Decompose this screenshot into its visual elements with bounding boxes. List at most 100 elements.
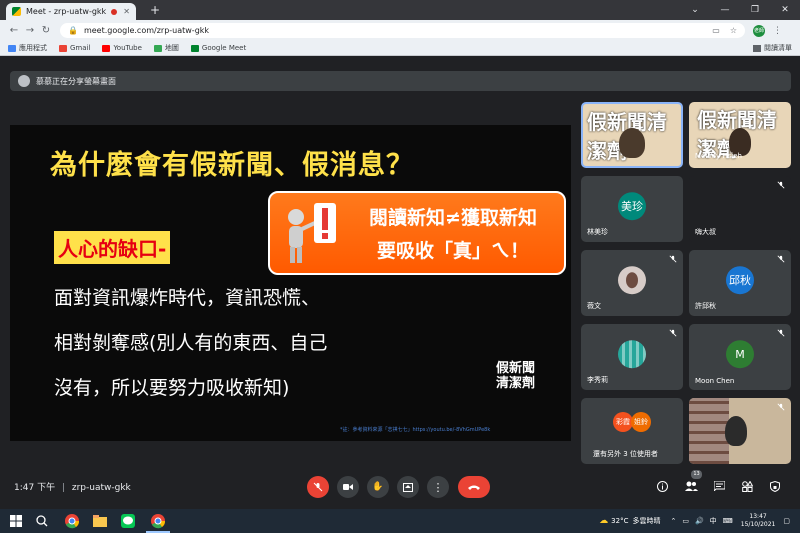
leave-call-button[interactable] xyxy=(458,476,490,498)
participant-tile[interactable]: M Moon Chen xyxy=(689,324,791,390)
participant-video xyxy=(619,128,645,158)
reading-list-icon xyxy=(753,44,761,52)
forward-button[interactable]: → xyxy=(22,25,38,36)
weather-text[interactable]: 多雲時晴 xyxy=(632,516,660,526)
hand-icon: ✋ xyxy=(372,482,384,492)
browser-tab[interactable]: Meet - zrp-uatw-gkk ✕ xyxy=(6,3,136,20)
participant-name: 許邱秋 xyxy=(695,302,716,310)
input-method-icon[interactable]: ⌨ xyxy=(723,517,733,525)
more-menu-icon[interactable]: ⋮ xyxy=(773,26,782,36)
more-options-button[interactable]: ⋮ xyxy=(427,476,449,498)
shapes-icon xyxy=(741,480,753,492)
mic-toggle-button[interactable] xyxy=(307,476,329,498)
windows-start-icon[interactable] xyxy=(8,513,24,529)
present-screen-button[interactable] xyxy=(397,476,419,498)
meeting-code: zrp-uatw-gkk xyxy=(71,483,131,493)
close-window-button[interactable]: ✕ xyxy=(770,0,800,20)
raise-hand-button[interactable]: ✋ xyxy=(367,476,389,498)
mic-off-icon xyxy=(313,482,323,492)
temperature[interactable]: 32°C xyxy=(611,517,628,525)
participant-tile[interactable]: 李秀莉 xyxy=(581,324,683,390)
participant-tile[interactable]: 美珍 林美珍 xyxy=(581,176,683,242)
network-icon[interactable]: ▭ xyxy=(682,517,689,525)
search-icon[interactable] xyxy=(34,513,50,529)
participant-avatar: M xyxy=(726,340,754,369)
participant-tile[interactable] xyxy=(689,398,791,464)
windows-taskbar: ☁ 32°C 多雲時晴 ⌃ ▭ 🔊 中 ⌨ 13:47 15/10/2021 ▢ xyxy=(0,509,800,533)
reload-button[interactable]: ↻ xyxy=(38,25,54,36)
url-field[interactable]: 🔒 meet.google.com/zrp-uatw-gkk ▭ ☆ xyxy=(60,23,745,38)
ime-indicator[interactable]: 中 xyxy=(710,516,717,526)
people-button[interactable] xyxy=(684,479,698,493)
chrome-icon[interactable] xyxy=(64,513,80,529)
close-tab-icon[interactable]: ✕ xyxy=(123,7,130,16)
participant-name: 李秀莉 xyxy=(587,376,608,384)
bookmark-apps[interactable]: 應用程式 xyxy=(8,43,47,53)
activities-button[interactable] xyxy=(740,479,754,493)
participant-avatar: 彩霞 xyxy=(613,412,633,432)
lock-icon[interactable]: 🔒 xyxy=(68,26,78,35)
star-icon[interactable]: ☆ xyxy=(730,26,737,35)
chevron-up-icon[interactable]: ⌃ xyxy=(670,517,676,525)
mic-off-icon xyxy=(777,255,785,263)
bookmark-gmail[interactable]: Gmail xyxy=(59,44,90,52)
stick-figure-exclamation-icon xyxy=(288,203,336,263)
shared-screen: 為什麼會有假新聞、假消息？ 人心的缺口- 閱讀新知≠獲取新知 要吸收「真」ㄟ！ … xyxy=(10,125,571,441)
slide-body-line-2: 相對剝奪感(別人有的東西、自己 xyxy=(54,332,328,354)
file-explorer-icon[interactable] xyxy=(92,513,108,529)
slide-title: 為什麼會有假新聞、假消息？ xyxy=(50,150,414,181)
bookshelf-video xyxy=(689,398,729,464)
participant-tile[interactable]: 薇文 xyxy=(581,250,683,316)
chevron-down-icon[interactable]: ⌄ xyxy=(680,0,710,20)
line-app-icon[interactable] xyxy=(120,513,136,529)
participant-video xyxy=(725,416,747,446)
participant-tile[interactable]: 邱秋 許邱秋 xyxy=(689,250,791,316)
bookmark-youtube[interactable]: YouTube xyxy=(102,44,142,52)
meeting-time: 1:47 下午 xyxy=(14,483,56,493)
system-clock[interactable]: 13:47 15/10/2021 xyxy=(741,513,776,529)
camera-toggle-button[interactable] xyxy=(337,476,359,498)
slide-body-line-1: 面對資訊爆炸時代，資訊恐慌、 xyxy=(54,287,321,309)
more-vert-icon: ⋮ xyxy=(432,480,444,494)
reading-list[interactable]: 閱讀清單 xyxy=(753,43,792,53)
minimize-button[interactable]: — xyxy=(710,0,740,20)
mic-off-icon xyxy=(777,329,785,337)
slide-callout: 閱讀新知≠獲取新知 要吸收「真」ㄟ！ xyxy=(268,191,566,275)
bookmark-google-meet[interactable]: Google Meet xyxy=(190,44,246,52)
meet-icon xyxy=(190,44,199,52)
notification-icon[interactable]: ▢ xyxy=(783,517,790,525)
back-button[interactable]: ← xyxy=(6,25,22,36)
info-icon xyxy=(656,480,668,492)
presenter-avatar xyxy=(18,75,30,87)
apps-grid-icon xyxy=(8,44,16,52)
callout-line-1: 閱讀新知≠獲取新知 xyxy=(369,207,537,229)
bookmark-maps[interactable]: 地圖 xyxy=(153,43,179,53)
slide-body-line-3: 沒有，所以要努力吸收新知) xyxy=(54,377,290,399)
chrome-active-icon[interactable] xyxy=(150,513,166,529)
tab-strip: Meet - zrp-uatw-gkk ✕ + ⌄ — ❐ ✕ xyxy=(0,0,800,20)
hang-up-icon xyxy=(468,485,480,490)
meet-control-bar: 1:47 下午 | zrp-uatw-gkk ✋ ⋮ 13 xyxy=(0,465,800,509)
system-tray: ☁ 32°C 多雲時晴 ⌃ ▭ 🔊 中 ⌨ 13:47 15/10/2021 ▢ xyxy=(599,509,790,533)
participant-avatar: 姐鈴 xyxy=(631,412,651,432)
volume-icon[interactable]: 🔊 xyxy=(695,517,704,525)
participant-tile[interactable]: 嗨大叔 xyxy=(689,176,791,242)
chat-button[interactable] xyxy=(712,479,726,493)
url-text: meet.google.com/zrp-uatw-gkk xyxy=(83,26,210,35)
presenter-banner: 慕慕正在分享螢幕畫面 xyxy=(10,71,791,91)
meeting-details-button[interactable] xyxy=(655,479,669,493)
host-controls-button[interactable] xyxy=(768,479,782,493)
youtube-icon xyxy=(102,44,111,52)
camera-icon[interactable]: ▭ xyxy=(712,26,720,35)
participant-avatar: 美珍 xyxy=(618,192,646,221)
participant-tile[interactable]: 假新聞清潔劑 xyxy=(581,102,683,168)
new-tab-button[interactable]: + xyxy=(150,3,160,17)
more-participants-tile[interactable]: 彩霞 姐鈴 還有另外 3 位使用者 xyxy=(581,398,683,464)
participant-tile[interactable]: 假新聞清潔劑 Melody Hsieh xyxy=(689,102,791,168)
maximize-button[interactable]: ❐ xyxy=(740,0,770,20)
profile-avatar[interactable]: 老師 xyxy=(753,24,765,37)
mic-off-icon xyxy=(669,329,677,337)
present-icon xyxy=(403,482,413,492)
participant-count-badge: 13 xyxy=(691,470,702,479)
slide-highlight: 人心的缺口- xyxy=(54,231,171,264)
